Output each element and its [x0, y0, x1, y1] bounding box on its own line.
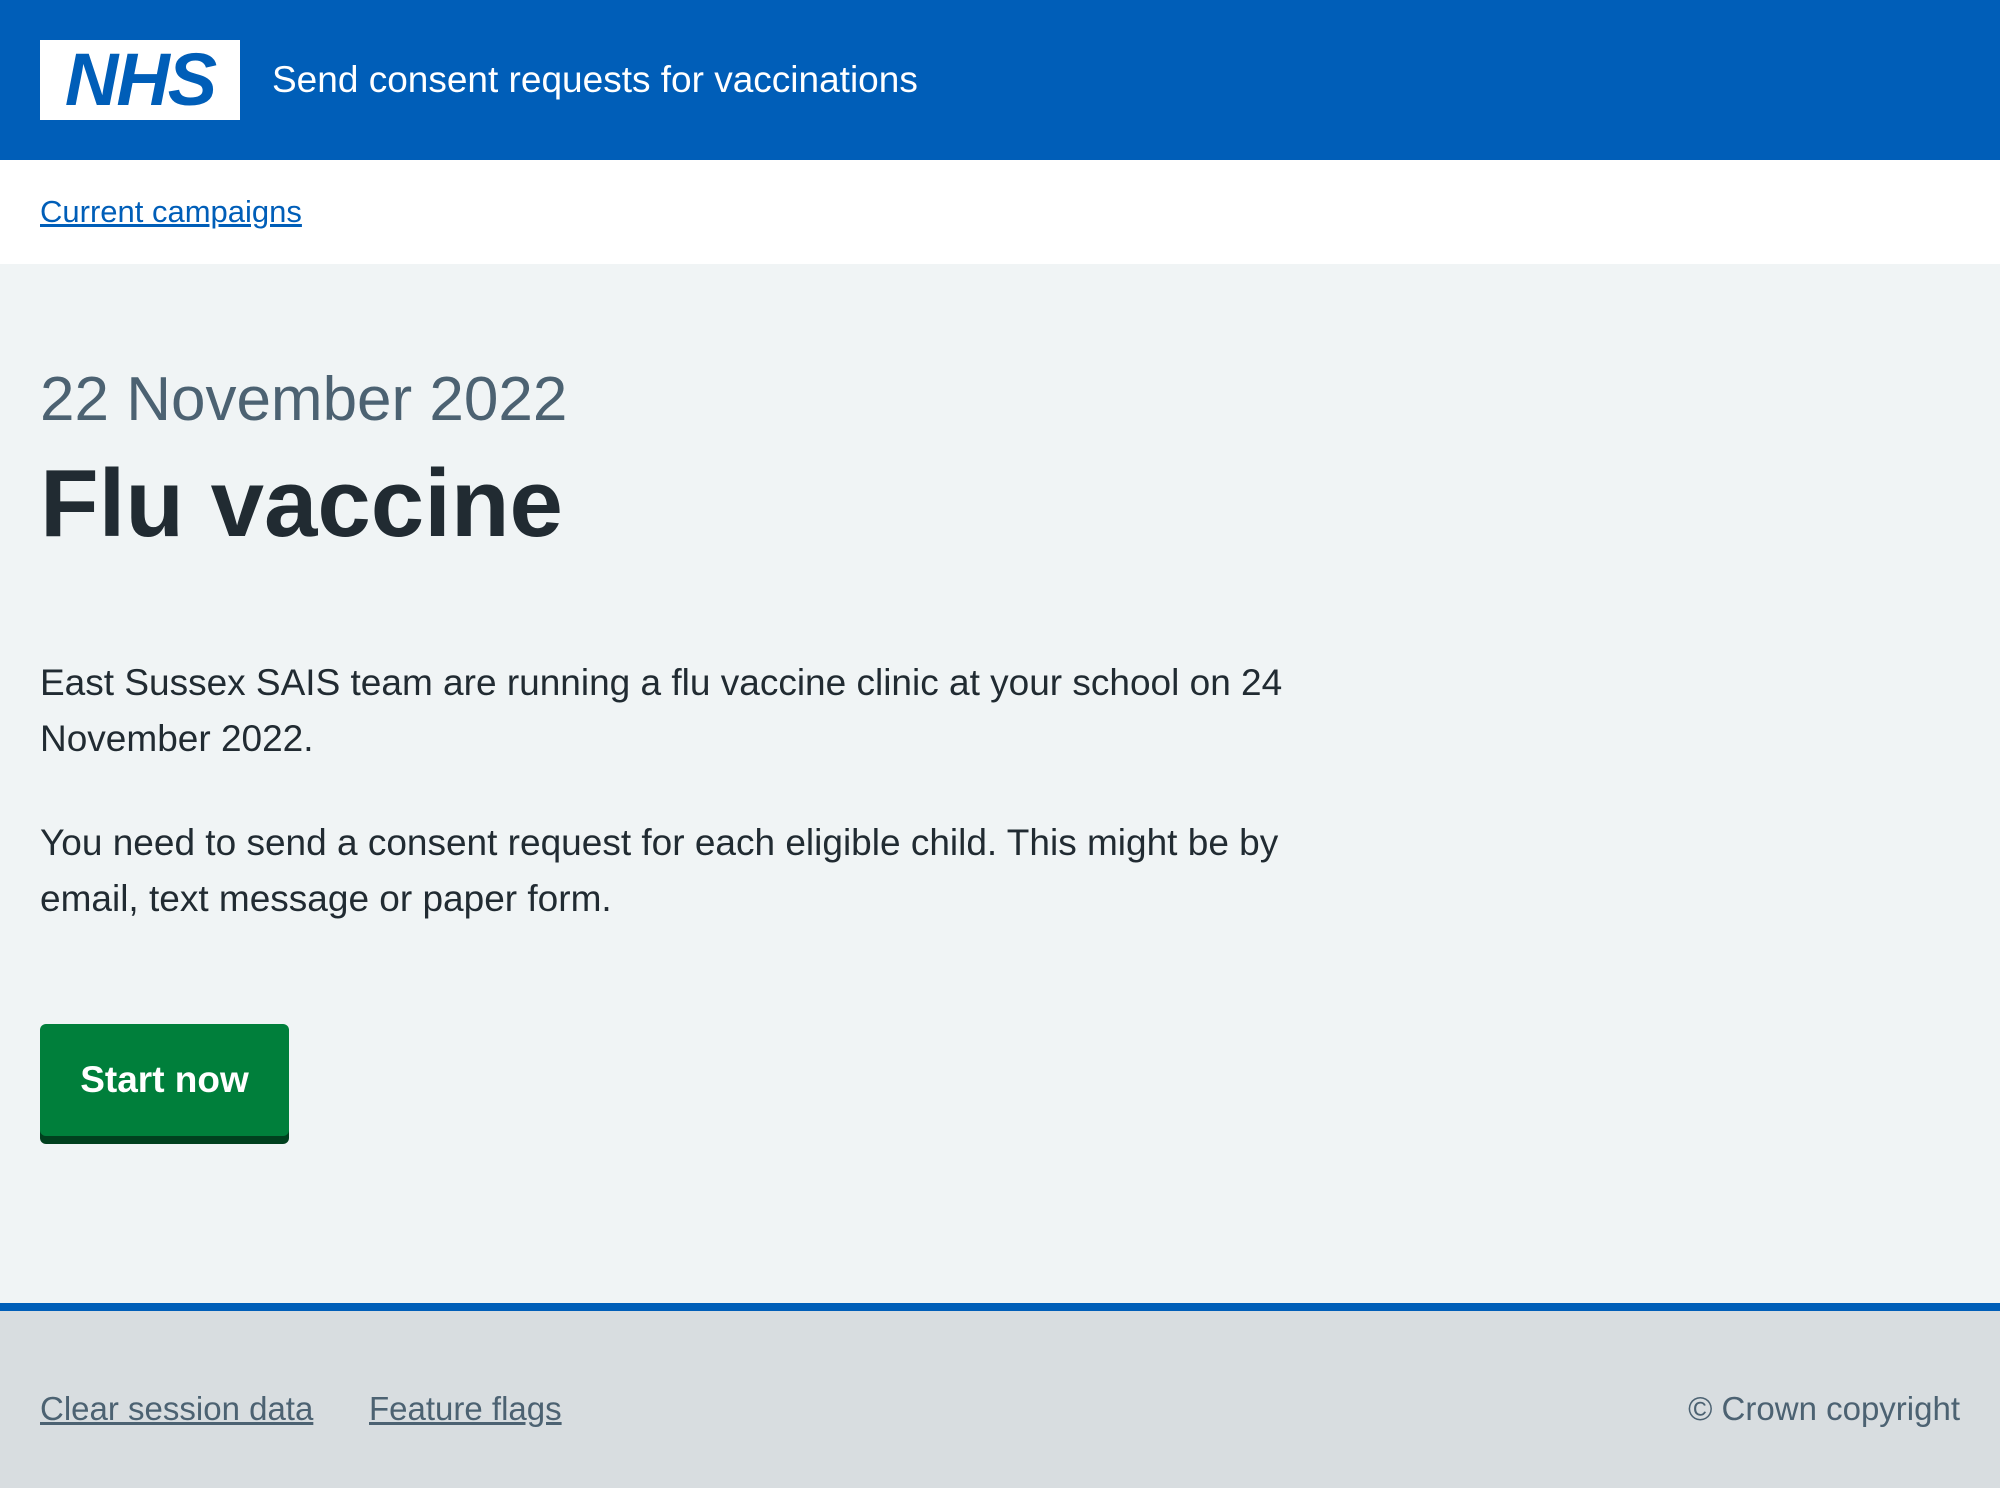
page-caption-date: 22 November 2022	[40, 365, 568, 434]
service-name[interactable]: Send consent requests for vaccinations	[272, 52, 918, 108]
breadcrumb-link-current-campaigns[interactable]: Current campaigns	[40, 192, 302, 232]
breadcrumb: Current campaigns	[0, 160, 2000, 264]
footer-link-clear-session-data[interactable]: Clear session data	[40, 1387, 313, 1431]
nhs-logo[interactable]: NHS	[40, 40, 240, 120]
site-footer: Clear session data Feature flags © Crown…	[0, 1303, 2000, 1488]
start-now-button[interactable]: Start now	[40, 1024, 289, 1136]
copyright-notice: © Crown copyright	[1688, 1390, 1960, 1427]
site-header: NHS Send consent requests for vaccinatio…	[0, 0, 2000, 160]
footer-link-feature-flags[interactable]: Feature flags	[369, 1387, 562, 1431]
instruction-paragraph: You need to send a consent request for e…	[40, 822, 1279, 919]
page-title: Flu vaccine	[40, 450, 563, 557]
nhs-logo-text: NHS	[64, 38, 217, 121]
intro-paragraph: East Sussex SAIS team are running a flu …	[40, 662, 1283, 759]
